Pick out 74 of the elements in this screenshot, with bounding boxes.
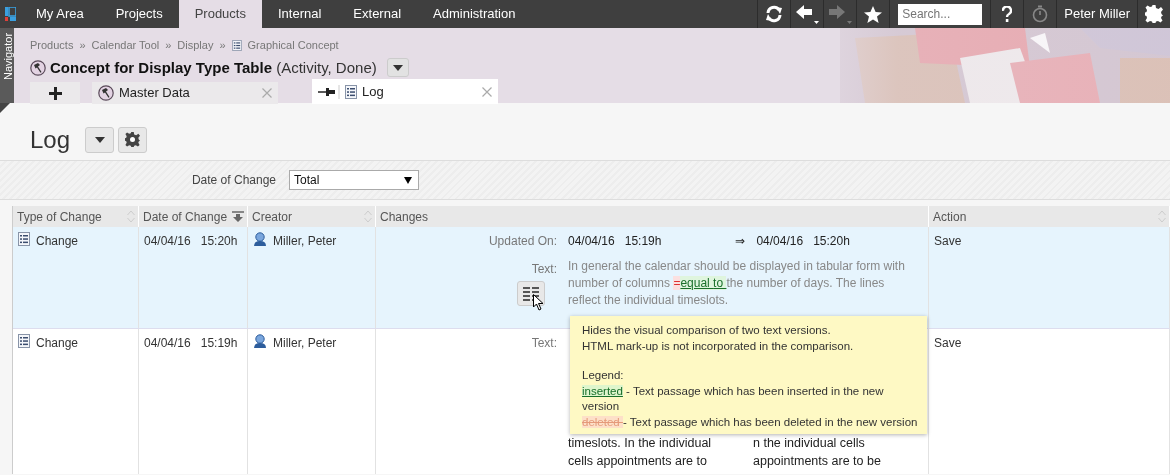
table-cell-text: Miller, Peter xyxy=(273,335,337,352)
table-cell-text: Change xyxy=(36,335,79,352)
column-header[interactable]: Changes xyxy=(376,206,929,227)
tooltip-text: Legend: xyxy=(582,368,625,383)
add-tab-button[interactable] xyxy=(30,82,80,104)
breadcrumb-link[interactable]: Graphical Concept xyxy=(247,37,339,54)
list-icon xyxy=(345,84,357,99)
navigator-tab[interactable]: Navigator xyxy=(0,28,14,103)
back-arrow-icon[interactable] xyxy=(795,4,820,24)
caret-icon xyxy=(392,64,403,71)
diff-text: In general the calendar should be displayed in tabular form with number of columns =equal to the number of days. The lines reflect the individual timeslots. xyxy=(568,258,906,309)
legend-text: inserted - Text passage which has been inserted in the new version xyxy=(582,383,885,414)
nav-tab[interactable]: My Area xyxy=(20,0,100,28)
plus-icon xyxy=(48,86,62,100)
object-tab[interactable]: Log xyxy=(312,79,498,104)
help-icon[interactable] xyxy=(1002,6,1013,22)
dropdown-button[interactable] xyxy=(85,126,115,153)
column-header[interactable]: Date of Change xyxy=(139,206,248,227)
field-label: Text: xyxy=(531,261,557,278)
caret-icon xyxy=(94,136,105,143)
tooltip-text: HTML mark-up is not incorporated in the comparison. xyxy=(582,338,855,354)
stopwatch-icon[interactable] xyxy=(1032,5,1049,23)
cursor-icon xyxy=(533,294,545,311)
breadcrumb-separator: » xyxy=(79,38,86,53)
old-text: timeslots. In the individual cells appointments are to xyxy=(568,435,713,470)
refresh-icon[interactable] xyxy=(765,5,784,23)
table-cell: 04/04/16 15:20h xyxy=(144,234,238,248)
object-tab[interactable]: Master Data xyxy=(92,82,278,104)
hammer-icon xyxy=(30,59,46,76)
action-link[interactable]: Save xyxy=(934,234,962,248)
list-icon xyxy=(231,39,242,51)
tooltip-text: Hides the visual comparison of two text versions. xyxy=(582,323,832,338)
search-field[interactable]: Search... xyxy=(898,3,983,25)
legend-text: deleted - Text passage which has been deleted in the new version xyxy=(582,414,919,430)
field-label: Updated On: xyxy=(488,234,557,248)
pin-icon[interactable] xyxy=(318,84,340,99)
date-select[interactable]: Total xyxy=(289,170,419,190)
old-value: 04/04/16 15:19h xyxy=(568,233,662,250)
page-heading: Concept for Display Type Table (Activity, Done) xyxy=(50,57,377,78)
breadcrumb-link[interactable]: Products xyxy=(30,37,74,54)
list-icon xyxy=(18,334,30,348)
star-icon[interactable] xyxy=(864,5,883,23)
settings-button[interactable] xyxy=(118,126,148,153)
new-value: 04/04/16 15:20h xyxy=(756,233,850,250)
column-header[interactable]: Type of Change xyxy=(13,206,139,227)
person-icon xyxy=(253,232,267,246)
dropdown-arrow-icon xyxy=(404,176,412,184)
logo-icon[interactable] xyxy=(4,7,16,21)
field-label: Text: xyxy=(531,336,557,350)
person-icon xyxy=(253,334,267,348)
column-header[interactable]: Action xyxy=(929,206,1170,227)
table-cell-text: Miller, Peter xyxy=(273,233,337,250)
nav-tab[interactable]: Administration xyxy=(417,0,532,28)
corner-mark xyxy=(0,103,10,113)
table-cell-text: Change xyxy=(36,233,79,250)
column-header[interactable]: Creator xyxy=(248,206,376,227)
nav-tab[interactable]: Products xyxy=(178,0,262,28)
breadcrumb-separator: » xyxy=(219,38,226,53)
breadcrumb-separator: » xyxy=(165,38,172,53)
new-text: n the individual cells appointments are to be xyxy=(753,435,882,470)
hammer-icon xyxy=(98,85,114,101)
filter-label: Date of Change xyxy=(190,172,276,189)
dropdown-button[interactable] xyxy=(386,58,409,78)
action-link[interactable]: Save xyxy=(934,336,962,350)
sort-descending-icon[interactable] xyxy=(232,211,244,222)
arrow-glyph: ⇒ xyxy=(735,233,746,250)
breadcrumb-link[interactable]: Display xyxy=(177,37,214,54)
nav-tab[interactable]: Internal xyxy=(261,0,338,28)
page-title: Log xyxy=(30,124,71,155)
nav-tab[interactable]: Projects xyxy=(99,0,179,28)
nav-tab[interactable]: External xyxy=(337,0,418,28)
list-icon xyxy=(18,232,30,246)
table-cell: 04/04/16 15:19h xyxy=(144,336,238,350)
breadcrumb-link[interactable]: Calendar Tool xyxy=(91,37,160,54)
